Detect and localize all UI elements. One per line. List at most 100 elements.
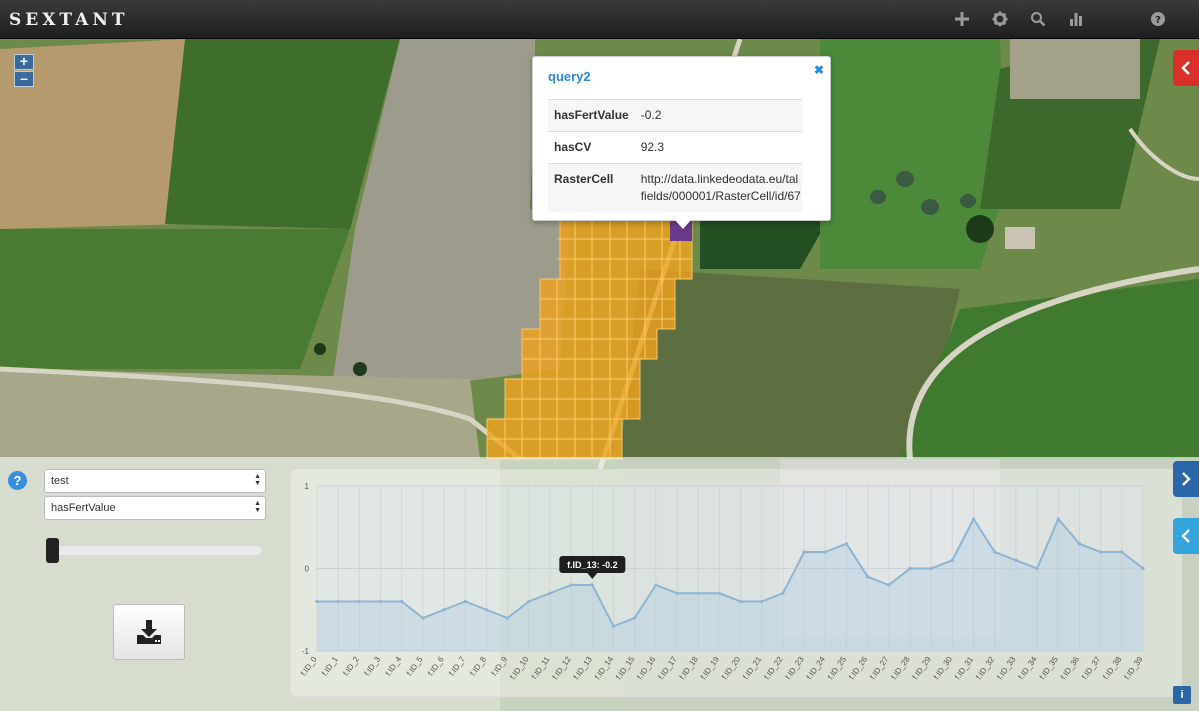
info-button[interactable]: i	[1173, 686, 1191, 704]
line-chart: 1 0 -1 f.ID_0 f.ID_1 f.ID_2 f.ID_3 f.ID_4 f.ID_5…	[290, 469, 1182, 697]
data-point	[1099, 550, 1103, 554]
plus-icon[interactable]	[951, 8, 973, 30]
y-tick-label: 1	[305, 482, 310, 491]
data-point	[844, 542, 849, 546]
data-point	[506, 616, 510, 620]
data-point	[611, 624, 616, 628]
popup-pointer	[675, 220, 691, 229]
x-tick-label: f.ID_3	[363, 655, 383, 678]
data-point	[908, 566, 912, 571]
x-tick-label: f.ID_13	[572, 655, 594, 682]
x-tick-label: f.ID_17	[657, 655, 679, 682]
zoom-out-button[interactable]: –	[14, 71, 34, 87]
x-tick-label: f.ID_21	[741, 655, 763, 682]
attribute-value: 92.3	[640, 140, 665, 154]
data-point	[929, 566, 933, 571]
x-tick-label: f.ID_36	[1059, 655, 1081, 682]
data-point	[887, 583, 891, 587]
data-point	[1035, 566, 1039, 571]
bar-chart-icon[interactable]	[1065, 8, 1087, 30]
data-point	[1056, 517, 1060, 521]
x-tick-label: f.ID_9	[490, 655, 510, 678]
x-tick-label: f.ID_7	[447, 655, 467, 678]
time-slider-track[interactable]	[48, 545, 263, 556]
link-line-2[interactable]: fields/000001/RasterCell/id/67	[641, 188, 801, 205]
attribute-key: hasCV	[554, 140, 592, 154]
data-point	[463, 599, 467, 604]
data-point	[590, 583, 594, 587]
help-icon[interactable]: ?	[1147, 8, 1169, 30]
x-tick-label: f.ID_8	[468, 655, 488, 678]
x-tick-label: f.ID_11	[530, 655, 552, 681]
x-tick-label: f.ID_0	[299, 655, 319, 678]
attribute-value-link[interactable]: http://data.linkedeodata.eu/tal fields/0…	[635, 164, 802, 213]
data-point	[1014, 558, 1018, 562]
dataset-select[interactable]: test ▲ ▼	[44, 469, 266, 493]
data-point	[802, 550, 806, 554]
close-icon[interactable]: ✖	[814, 63, 824, 77]
attribute-value: -0.2	[640, 108, 662, 122]
table-row: hasCV 92.3	[548, 131, 802, 164]
data-point	[1141, 566, 1145, 571]
x-tick-label: f.ID_20	[720, 655, 742, 682]
x-tick-label: f.ID_6	[426, 655, 446, 678]
data-point	[421, 616, 425, 620]
chevron-right-icon	[1182, 472, 1191, 486]
attribute-key: RasterCell	[554, 172, 614, 186]
x-tick-label: f.ID_38	[1101, 655, 1123, 682]
top-navbar: SEXTANT ?	[0, 0, 1199, 39]
data-point	[971, 517, 976, 521]
attribute-key: hasFertValue	[554, 108, 629, 122]
download-button[interactable]	[113, 604, 185, 660]
x-tick-label: f.ID_33	[995, 655, 1017, 682]
dataset-select-value: test	[51, 475, 69, 487]
collapse-panel-tab[interactable]	[1173, 461, 1199, 497]
search-icon[interactable]	[1027, 8, 1049, 30]
svg-text:?: ?	[1155, 15, 1161, 26]
x-tick-label: f.ID_15	[614, 655, 636, 682]
data-point	[823, 550, 827, 554]
data-point	[696, 591, 700, 595]
download-icon	[137, 620, 161, 644]
x-tick-label: f.ID_25	[826, 655, 848, 682]
x-tick-label: f.ID_23	[784, 655, 806, 682]
data-point	[760, 599, 764, 604]
popup-title: query2	[548, 69, 591, 84]
help-icon[interactable]: ?	[8, 471, 27, 490]
table-row: RasterCell http://data.linkedeodata.eu/t…	[548, 163, 802, 213]
data-point	[548, 591, 552, 595]
feature-info-popup: query2 ✖ hasFertValue -0.2 hasCV 92.3 Ra…	[532, 56, 831, 229]
x-tick-label: f.ID_27	[868, 655, 890, 682]
table-row: hasFertValue -0.2	[548, 99, 802, 132]
link-line-1[interactable]: http://data.linkedeodata.eu/tal	[641, 171, 798, 188]
x-tick-label: f.ID_19	[699, 655, 721, 682]
expand-panel-tab[interactable]	[1173, 518, 1199, 554]
x-tick-label: f.ID_14	[593, 655, 615, 682]
x-tick-label: f.ID_31	[953, 655, 975, 682]
app-logo[interactable]: SEXTANT	[9, 10, 129, 30]
data-point	[654, 583, 658, 587]
x-tick-label: f.ID_28	[889, 655, 911, 682]
time-slider-handle[interactable]	[46, 538, 59, 563]
chart-tooltip-text: f.ID_13: -0.2	[567, 560, 618, 570]
attribute-table: hasFertValue -0.2 hasCV 92.3 RasterCell …	[548, 99, 802, 212]
data-point	[336, 599, 340, 604]
data-point	[993, 550, 997, 554]
open-left-panel-tab[interactable]	[1173, 50, 1199, 86]
chart-svg: 1 0 -1f.ID_0 f.ID_1 f.ID_2 f.ID_3 f.ID_4 f.ID_5…	[299, 482, 1145, 682]
data-point	[738, 599, 743, 604]
select-arrows-icon: ▲ ▼	[254, 500, 261, 514]
data-point	[717, 591, 722, 595]
x-tick-label: f.ID_30	[932, 655, 954, 682]
x-tick-label: f.ID_10	[508, 655, 530, 682]
x-tick-label: f.ID_1	[320, 655, 340, 678]
zoom-in-button[interactable]: +	[14, 54, 34, 70]
data-point	[569, 583, 573, 587]
data-point	[527, 599, 531, 604]
property-select[interactable]: hasFertValue ▲ ▼	[44, 496, 266, 520]
data-point	[400, 599, 404, 604]
x-tick-label: f.ID_35	[1038, 655, 1060, 682]
x-tick-label: f.ID_5	[405, 655, 425, 678]
data-point	[315, 599, 319, 604]
gear-icon[interactable]	[989, 8, 1011, 30]
